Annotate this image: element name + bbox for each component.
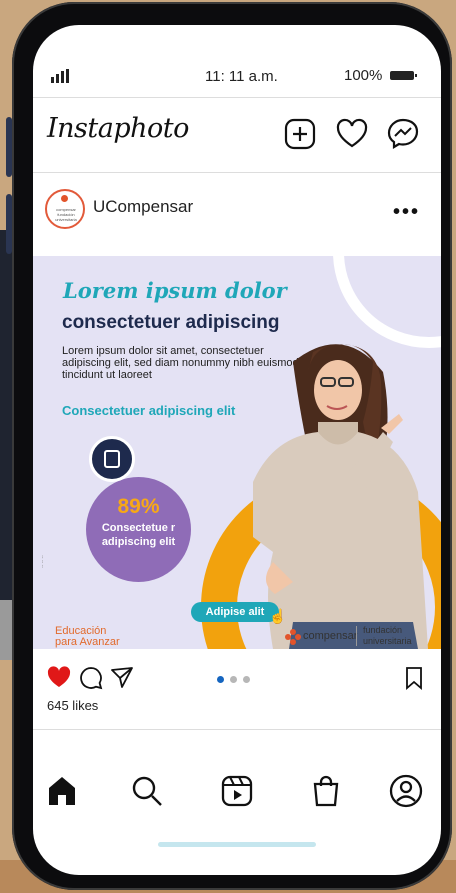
share-icon[interactable]	[110, 666, 134, 690]
side-button	[6, 117, 12, 177]
messenger-icon[interactable]	[386, 117, 420, 151]
bookmark-icon[interactable]	[402, 666, 426, 690]
search-icon[interactable]	[130, 774, 164, 808]
divider	[33, 729, 441, 730]
image-subhead: Consectetuer adipiscing elit	[62, 403, 236, 418]
divider	[33, 172, 441, 173]
home-icon[interactable]	[45, 774, 79, 808]
status-time: 11: 11 a.m.	[205, 68, 278, 85]
plus-square-icon[interactable]	[283, 117, 317, 151]
avatar[interactable]: compensar fundación universitaria	[45, 189, 85, 229]
compensar-logo-icon	[285, 629, 301, 645]
footer-separator	[356, 626, 357, 646]
more-options-icon[interactable]: •••	[393, 201, 420, 224]
post-image[interactable]: Lorem ipsum dolor consectetuer adipiscin…	[33, 256, 441, 649]
home-indicator[interactable]	[158, 842, 316, 847]
footer-right-line1: fundación	[363, 625, 403, 635]
brand-mark	[61, 195, 68, 202]
coins-icon	[89, 436, 135, 482]
footer-brand: compensar	[303, 630, 358, 642]
battery-percent: 100%	[344, 67, 383, 84]
heart-icon[interactable]	[335, 117, 369, 151]
divider	[33, 97, 441, 98]
cta-button[interactable]: Adipise alit	[191, 602, 279, 622]
stat-caption: Consectetue r adipiscing elit	[101, 522, 176, 548]
likes-count[interactable]: 645 likes	[47, 698, 98, 713]
carousel-indicator	[217, 676, 250, 683]
status-bar: 11: 11 a.m. 100%	[33, 65, 441, 89]
reels-icon[interactable]	[220, 774, 254, 808]
battery-icon	[390, 71, 417, 80]
phone-screen: 11: 11 a.m. 100% Instaphoto compensar fu…	[33, 25, 441, 875]
profile-icon[interactable]	[389, 774, 423, 808]
hand-cursor-icon: ☝	[269, 608, 287, 624]
avatar-text: compensar fundación universitaria	[55, 207, 77, 222]
image-headline: consectetuer adipiscing	[62, 312, 280, 333]
vertical-credit: -- -- --	[40, 555, 46, 568]
side-button	[6, 194, 12, 254]
footer-logo-line2: para Avanzar	[55, 636, 120, 648]
footer-right-line2: universitaria	[363, 636, 412, 646]
image-script-title: Lorem ipsum dolor	[63, 278, 287, 303]
comment-icon[interactable]	[79, 666, 103, 690]
signal-icon	[51, 69, 69, 83]
post-username[interactable]: UCompensar	[93, 197, 193, 217]
like-heart-icon[interactable]	[47, 666, 71, 690]
stat-circle: 89% Consectetue r adipiscing elit	[86, 477, 191, 582]
shop-icon[interactable]	[309, 774, 343, 808]
app-logo: Instaphoto	[47, 113, 189, 144]
stat-value: 89%	[117, 495, 160, 518]
